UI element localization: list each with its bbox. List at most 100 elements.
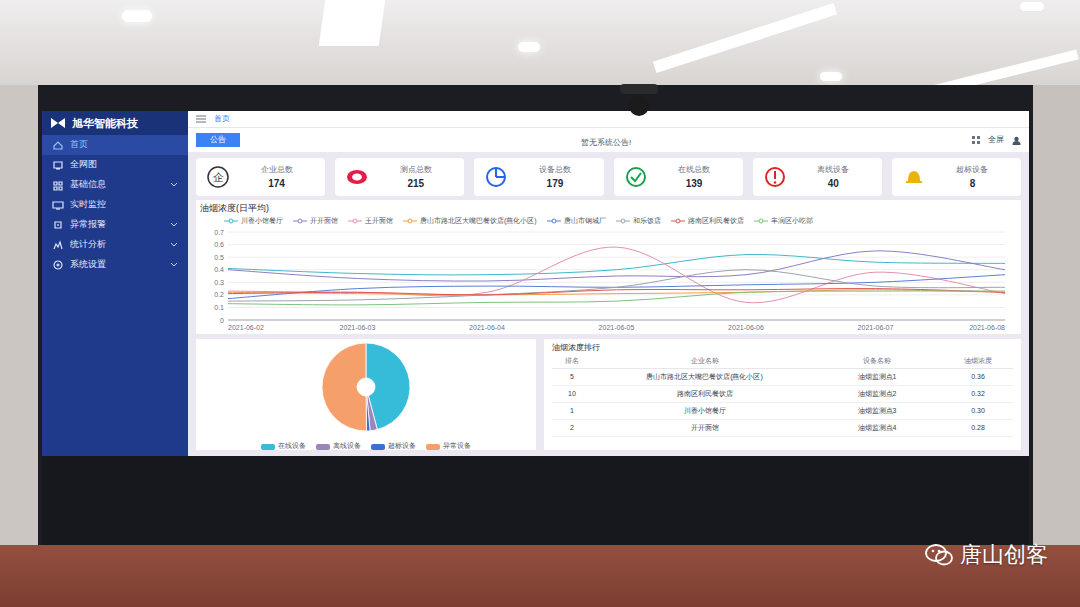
table-cell: 川香小馆餐厅 [598,406,811,417]
y-tick: 0.5 [214,254,224,261]
column-header[interactable]: 企业名称 [598,356,811,367]
stat-card[interactable]: 离线设备40 [753,158,882,196]
ceiling-light [518,42,540,52]
logo-text: 旭华智能科技 [72,115,138,132]
menu-icon [52,239,64,251]
watermark: 唐山创客 [924,538,1048,571]
fullscreen-button[interactable]: 全屏 [988,134,1004,146]
legend-label: 和乐饭店 [633,216,661,227]
sidebar-item[interactable]: 系统设置 [42,255,188,275]
y-tick: 0 [220,317,224,324]
table-cell: 0.30 [943,406,1013,417]
stat-card[interactable]: 超标设备8 [892,158,1021,196]
column-header[interactable]: 排名 [552,356,592,367]
table-cell: 0.32 [943,389,1013,400]
legend-item[interactable]: 川香小馆餐厅 [224,216,283,227]
stat-text: 超标设备8 [934,164,1011,191]
pie-legend-item[interactable]: 离线设备 [316,441,361,452]
x-tick: 2021-06-07 [858,324,894,331]
sidebar-item[interactable]: 统计分析 [42,235,188,255]
stat-label: 在线总数 [678,164,710,176]
glyph-icon: 企 [206,165,230,189]
legend-item[interactable]: 丰润区小吃部 [754,216,813,227]
pie-legend-item[interactable]: 超标设备 [371,441,416,452]
stat-card[interactable]: 设备总数179 [474,158,603,196]
table-row[interactable]: 1 川香小馆餐厅油烟监测点3 0.30 [552,403,1013,420]
sidebar-item[interactable]: 基础信息 [42,175,188,195]
left-wall [0,85,38,545]
pie-slice[interactable] [322,343,366,431]
pie-chart-panel: 在线设备离线设备 超标设备异常设备 [196,339,536,450]
notice-bar: 公告暂无系统公告! 全屏 [188,127,1029,152]
chart-legend: 川香小馆餐厅 开开面馆王开面馆唐山市路北区大嘴巴餐饮店(燕化小区) 唐山市钢城厂 和乐… [200,216,1017,227]
notice-button[interactable]: 公告 [196,133,240,147]
series-line[interactable] [228,291,1005,305]
sidebar-item[interactable]: 实时监控 [42,195,188,215]
table-cell: 油烟监测点3 [817,406,937,417]
stat-card[interactable]: 企企业总数174 [196,158,325,196]
table-row[interactable]: 5唐山市路北区大嘴巴餐饮店(燕化小区)油烟监测点10.36 [552,369,1013,386]
notice-wrap: 暂无系统公告! [248,128,964,152]
pie-legend-label: 在线设备 [278,441,306,452]
sidebar-item[interactable]: 首页 [42,135,188,155]
table-header: 排名企业名称设备名称油烟浓度 [552,354,1013,369]
sidebar-label: 系统设置 [70,258,164,272]
table-row[interactable]: 2开开面馆油烟监测点40.28 [552,420,1013,437]
camera [620,84,658,124]
stat-text: 测点总数215 [377,164,454,191]
sidebar-label: 统计分析 [70,238,164,252]
stat-text: 离线设备40 [795,164,872,191]
column-header[interactable]: 油烟浓度 [943,356,1013,367]
pie-legend-item[interactable]: 异常设备 [426,441,471,452]
x-tick: 2021-06-05 [599,324,635,331]
series-line[interactable] [228,270,1005,301]
y-tick: 0.4 [214,266,224,273]
legend-item[interactable]: 路南区利民餐饮店 [671,216,744,227]
table-row[interactable]: 10路南区利民餐饮店油烟监测点20.32 [552,386,1013,403]
stat-card[interactable]: 在线总数139 [614,158,743,196]
y-tick: 0.1 [214,304,224,311]
ceiling [0,0,1080,85]
pie-legend-item[interactable]: 在线设备 [261,441,306,452]
wechat-icon [924,543,954,567]
stat-value: 215 [407,176,424,191]
menu-icon [52,159,64,171]
series-line[interactable] [228,289,1005,295]
legend-item[interactable]: 开开面馆 [293,216,338,227]
stat-value: 40 [828,176,839,191]
chevron-down-icon [170,262,178,268]
bell-icon [902,165,926,189]
legend-item[interactable]: 和乐饭店 [616,216,661,227]
table-cell: 路南区利民餐饮店 [598,389,811,400]
legend-label: 川香小馆餐厅 [241,216,283,227]
grid-icon [972,136,980,144]
pie-legend-label: 超标设备 [388,441,416,452]
ranking-title: 油烟浓度排行 [552,342,1013,354]
ceiling-strip-light [653,3,837,73]
legend-item[interactable]: 唐山市钢城厂 [547,216,606,227]
table-cell: 1 [552,406,592,417]
legend-label: 开开面馆 [310,216,338,227]
legend-label: 路南区利民餐饮店 [688,216,744,227]
legend-swatch [371,444,385,450]
table-cell: 0.36 [943,372,1013,383]
ceiling-strip-light [319,0,385,46]
series-line[interactable] [228,247,1005,303]
sidebar-item[interactable]: 异常报警 [42,215,188,235]
y-tick: 0.3 [214,279,224,286]
table-cell: 油烟监测点4 [817,423,937,434]
y-tick: 0.7 [214,229,224,236]
sidebar-label: 基础信息 [70,178,164,192]
tab[interactable]: 首页 [214,113,230,125]
stat-card[interactable]: 测点总数215 [335,158,464,196]
legend-item[interactable]: 唐山市路北区大嘴巴餐饮店(燕化小区) [403,216,537,227]
column-header[interactable]: 设备名称 [817,356,937,367]
legend-item[interactable]: 王开面馆 [348,216,393,227]
legend-swatch [261,444,275,450]
stat-label: 设备总数 [539,164,571,176]
series-line[interactable] [228,251,1005,281]
line-chart-panel: 油烟浓度(日平均)川香小馆餐厅开开面馆王开面馆唐山市路北区大嘴巴餐饮店(燕化小区… [196,200,1021,334]
sidebar-item[interactable]: 全网图 [42,155,188,175]
pie-slice[interactable] [367,396,377,431]
logo[interactable]: 旭华智能科技 [42,111,188,135]
